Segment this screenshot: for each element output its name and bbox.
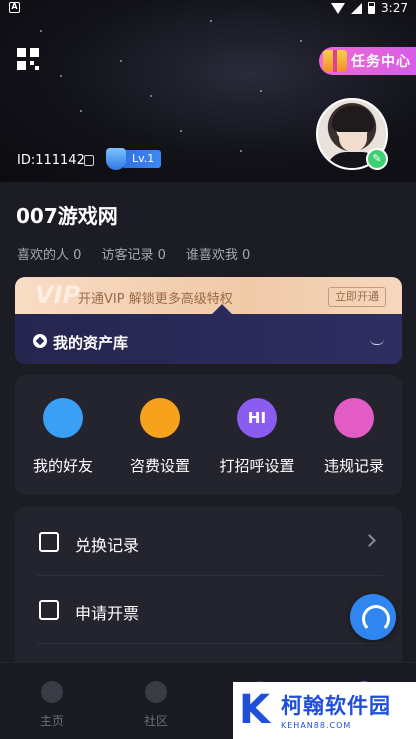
vip-promo-banner[interactable]: VIP 开通VIP 解锁更多高级特权 立即开通 — [15, 277, 402, 314]
level-badge: Lv.1 — [106, 148, 162, 170]
profile-stats: 喜欢的人 0 访客记录 0 谁喜欢我 0 — [17, 244, 250, 263]
user-id: ID:111142 — [17, 153, 85, 168]
edit-icon[interactable]: ✎ — [366, 148, 388, 170]
shortcut-label: 我的好友 — [32, 457, 93, 475]
tab-community[interactable]: 社区 — [104, 663, 208, 739]
watermark-url: KEHAN88.COM — [281, 721, 352, 730]
exchange-icon — [39, 532, 59, 552]
vip-watermark: VIP — [35, 281, 81, 309]
watermark-logo: K — [239, 687, 270, 733]
site-watermark: K 柯翰软件园 KEHAN88.COM — [233, 682, 416, 739]
app-indicator-icon: A — [9, 2, 20, 13]
qr-code-icon[interactable] — [17, 48, 39, 70]
shortcut-label: 咨费设置 — [129, 457, 190, 475]
tab-label: 社区 — [143, 714, 168, 728]
violation-icon — [334, 398, 374, 438]
menu-list: 兑换记录 申请开票 — [15, 507, 402, 667]
shield-icon — [106, 148, 126, 170]
asset-library-label: 我的资产库 — [53, 334, 129, 352]
shortcut-violations[interactable]: 违规记录 — [306, 375, 402, 495]
greeting-icon: HI — [237, 398, 277, 438]
community-icon — [145, 681, 167, 703]
status-time: 3:27 — [381, 1, 408, 15]
home-icon — [41, 681, 63, 703]
stat-liked[interactable]: 喜欢的人 0 — [17, 244, 81, 263]
battery-icon — [368, 2, 376, 14]
customer-service-button[interactable] — [350, 594, 396, 640]
vip-promo-text: 开通VIP 解锁更多高级特权 — [78, 292, 233, 307]
menu-item-exchange-records[interactable]: 兑换记录 — [15, 509, 402, 575]
shortcut-greeting-settings[interactable]: HI 打招呼设置 — [209, 375, 305, 495]
shortcut-grid: 我的好友 咨费设置 HI 打招呼设置 违规记录 — [15, 375, 402, 495]
shortcut-label: 打招呼设置 — [219, 457, 295, 475]
fee-icon — [140, 398, 180, 438]
invoice-icon — [39, 600, 59, 620]
diamond-icon — [33, 334, 47, 348]
stat-likes-me[interactable]: 谁喜欢我 0 — [186, 244, 250, 263]
wifi-icon — [331, 2, 346, 14]
status-bar: A 3:27 — [0, 0, 416, 18]
tab-home[interactable]: 主页 — [0, 663, 104, 739]
shortcut-fee-settings[interactable]: 咨费设置 — [112, 375, 208, 495]
shortcut-label: 违规记录 — [323, 457, 384, 475]
vip-card: VIP 开通VIP 解锁更多高级特权 立即开通 我的资产库 — [15, 277, 402, 364]
level-label: Lv.1 — [122, 150, 162, 168]
copy-icon[interactable] — [84, 155, 94, 166]
vip-open-button[interactable]: 立即开通 — [328, 287, 386, 307]
menu-item-invoice[interactable]: 申请开票 — [15, 577, 402, 643]
profile-name: 007游戏网 — [16, 204, 118, 228]
task-center-label: 任务中心 — [351, 54, 411, 70]
tab-label: 主页 — [39, 714, 64, 728]
stat-visitors[interactable]: 访客记录 0 — [101, 244, 165, 263]
gift-icon — [323, 50, 347, 72]
watermark-title: 柯翰软件园 — [281, 694, 391, 718]
signal-icon — [351, 2, 363, 14]
shortcut-friends[interactable]: 我的好友 — [15, 375, 111, 495]
chevron-right-icon — [363, 534, 376, 547]
menu-item-label: 申请开票 — [75, 604, 140, 623]
friends-icon — [43, 398, 83, 438]
menu-item-label: 兑换记录 — [75, 536, 140, 555]
task-center-button[interactable]: 任务中心 — [319, 47, 416, 75]
